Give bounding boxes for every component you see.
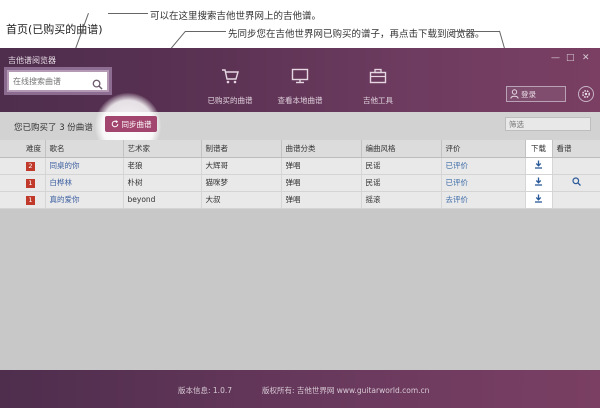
tab-local[interactable]: 查看本地曲谱 — [268, 68, 332, 107]
tab-tools-label: 吉他工具 — [363, 96, 393, 105]
view-cell — [552, 191, 600, 209]
artist: 老狼 — [123, 157, 202, 175]
settings-button[interactable] — [578, 86, 594, 102]
page-label: 首页(已购买的曲谱) — [6, 23, 103, 36]
col-artist[interactable]: 艺术家 — [123, 140, 202, 158]
difficulty-badge: 1 — [26, 178, 35, 188]
cart-icon — [222, 69, 239, 84]
table-header-row: 难度 歌名 艺术家 制谱者 曲谱分类 编曲风格 评价 下载 看谱 — [0, 140, 600, 158]
song-name[interactable]: 真的爱你 — [45, 191, 124, 209]
sync-note-line-h — [185, 31, 226, 32]
download-icon[interactable] — [534, 194, 543, 203]
artist: 朴树 — [123, 174, 202, 192]
table-row[interactable]: 1 白桦林 朴树 猫咪梦 弹唱 民谣 已评价 — [0, 174, 600, 192]
rating[interactable]: 已评价 — [441, 174, 526, 192]
style: 民谣 — [361, 174, 442, 192]
col-view[interactable]: 看谱 — [552, 140, 600, 158]
difficulty-cell: 1 — [0, 174, 46, 192]
col-category[interactable]: 曲谱分类 — [281, 140, 362, 158]
col-style[interactable]: 编曲风格 — [361, 140, 442, 158]
download-icon[interactable] — [534, 177, 543, 186]
purchase-summary: 您已购买了 3 份曲谱 — [14, 123, 93, 133]
search-input[interactable] — [13, 75, 91, 88]
style: 摇滚 — [361, 191, 442, 209]
search-note-line-h — [108, 13, 148, 14]
monitor-icon — [291, 68, 309, 84]
difficulty-badge: 2 — [26, 161, 35, 171]
col-name[interactable]: 歌名 — [45, 140, 124, 158]
sync-button[interactable]: 同步曲谱 — [105, 116, 157, 132]
category: 弹唱 — [281, 157, 362, 175]
download-note-line-h — [452, 31, 500, 32]
maker: 大叔 — [201, 191, 282, 209]
category: 弹唱 — [281, 174, 362, 192]
col-download[interactable]: 下载 — [525, 140, 553, 158]
refresh-icon — [111, 120, 118, 128]
col-rating[interactable]: 评价 — [441, 140, 526, 158]
magnifier-icon[interactable] — [571, 177, 581, 186]
maker: 猫咪梦 — [201, 174, 282, 192]
gear-icon — [582, 90, 590, 98]
maker: 大辉哥 — [201, 157, 282, 175]
song-name[interactable]: 同桌的你 — [45, 157, 124, 175]
maximize-button[interactable]: □ — [566, 53, 575, 63]
copyright-info: 版权所有: 吉他世界网 www.guitarworld.com.cn — [262, 386, 430, 395]
songs-table: 难度 歌名 艺术家 制谱者 曲谱分类 编曲风格 评价 下载 看谱 2 同桌的你 … — [0, 140, 600, 408]
style: 民谣 — [361, 157, 442, 175]
search-box — [4, 67, 112, 95]
tab-purchased-label: 已购买的曲谱 — [207, 96, 253, 105]
difficulty-cell: 1 — [0, 191, 46, 209]
search-icon[interactable] — [92, 75, 103, 94]
download-cell — [525, 157, 553, 175]
minimize-button[interactable]: — — [551, 53, 560, 63]
tab-local-label: 查看本地曲谱 — [277, 96, 323, 105]
download-icon[interactable] — [534, 160, 543, 169]
col-difficulty[interactable]: 难度 — [0, 140, 46, 158]
rating[interactable]: 去评价 — [441, 191, 526, 209]
col-difficulty-label: 难度 — [26, 143, 41, 153]
table-row[interactable]: 1 真的爱你 beyond 大叔 弹唱 摇滚 去评价 — [0, 191, 600, 209]
download-cell — [525, 174, 553, 192]
app-footer: 版本信息: 1.0.7 版权所有: 吉他世界网 www.guitarworld.… — [0, 370, 600, 408]
col-maker[interactable]: 制谱者 — [201, 140, 282, 158]
tab-purchased[interactable]: 已购买的曲谱 — [198, 68, 262, 107]
category: 弹唱 — [281, 191, 362, 209]
song-name[interactable]: 白桦林 — [45, 174, 124, 192]
difficulty-badge: 1 — [26, 195, 35, 205]
sync-note: 先同步您在吉他世界网已购买的谱子，再点击下载到阅览器。 — [228, 29, 485, 40]
table-row[interactable]: 2 同桌的你 老狼 大辉哥 弹唱 民谣 已评价 — [0, 157, 600, 175]
view-cell — [552, 157, 600, 175]
user-icon — [510, 89, 519, 101]
view-cell — [552, 174, 600, 192]
close-button[interactable]: ✕ — [582, 53, 590, 63]
toolbox-icon — [369, 68, 387, 84]
artist: beyond — [123, 191, 202, 209]
login-label: 登录 — [521, 90, 536, 99]
search-note: 可以在这里搜索吉他世界网上的吉他谱。 — [150, 11, 322, 22]
sync-label: 同步曲谱 — [121, 119, 152, 129]
difficulty-cell: 2 — [0, 157, 46, 175]
rating[interactable]: 已评价 — [441, 157, 526, 175]
app-window: 吉他谱阅览器 — □ ✕ 已购买的曲谱 查看本地曲谱 吉他工具 登录 — [0, 48, 600, 408]
filter-input[interactable] — [505, 117, 591, 131]
login-button[interactable]: 登录 — [506, 86, 566, 102]
version-info: 版本信息: 1.0.7 — [178, 386, 232, 395]
tab-tools[interactable]: 吉他工具 — [346, 68, 410, 107]
app-title: 吉他谱阅览器 — [8, 56, 56, 65]
app-header: 吉他谱阅览器 — □ ✕ 已购买的曲谱 查看本地曲谱 吉他工具 登录 — [0, 48, 600, 112]
download-cell — [525, 191, 553, 209]
